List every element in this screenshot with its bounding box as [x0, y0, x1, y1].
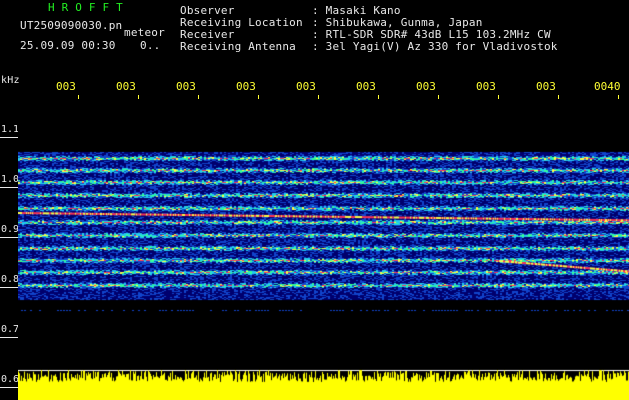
meteor-label: meteor	[124, 26, 165, 39]
time-tick-label: 003	[56, 80, 76, 93]
frequency-tick-mark	[0, 337, 18, 338]
frequency-tick-mark	[0, 237, 18, 238]
time-tick-mark	[258, 95, 259, 99]
meteor-count: 0..	[140, 39, 161, 52]
info-value-antenna: : 3el Yagi(V) Az 330 for Vladivostok	[312, 40, 558, 53]
time-tick-mark	[438, 95, 439, 99]
time-tick-label: 003	[296, 80, 316, 93]
frequency-tick-label: 0.8	[1, 274, 20, 285]
time-tick-mark	[138, 95, 139, 99]
frequency-tick-mark	[0, 387, 18, 388]
time-tick-label: 003	[176, 80, 196, 93]
time-tick-label: 003	[416, 80, 436, 93]
frequency-unit-label: kHz	[1, 75, 20, 86]
time-tick-mark	[618, 95, 619, 99]
frequency-tick-mark	[0, 137, 18, 138]
time-tick-label: 003	[356, 80, 376, 93]
info-label-antenna: Receiving Antenna	[180, 40, 296, 53]
date-time: 25.09.09 00:30	[20, 39, 116, 52]
time-tick-mark	[498, 95, 499, 99]
header-logo: HROFFT	[48, 1, 130, 14]
file-name: UT2509090030.pn	[20, 19, 123, 32]
time-tick-mark	[78, 95, 79, 99]
spectrogram-canvas	[18, 100, 629, 400]
time-tick-mark	[318, 95, 319, 99]
frequency-tick-label: 0.6	[1, 374, 20, 385]
time-tick-mark	[378, 95, 379, 99]
frequency-tick-label: 1.0	[1, 174, 20, 185]
time-tick-label: 003	[236, 80, 256, 93]
frequency-tick-label: 0.7	[1, 324, 20, 335]
time-tick-mark	[558, 95, 559, 99]
time-tick-label: 003	[536, 80, 556, 93]
frequency-tick-mark	[0, 187, 18, 188]
time-tick-label: 0040	[594, 80, 621, 93]
time-tick-label: 003	[116, 80, 136, 93]
time-tick-mark	[198, 95, 199, 99]
frequency-tick-mark	[0, 287, 18, 288]
frequency-tick-label: 0.9	[1, 224, 20, 235]
frequency-tick-label: 1.1	[1, 124, 20, 135]
time-tick-label: 003	[476, 80, 496, 93]
